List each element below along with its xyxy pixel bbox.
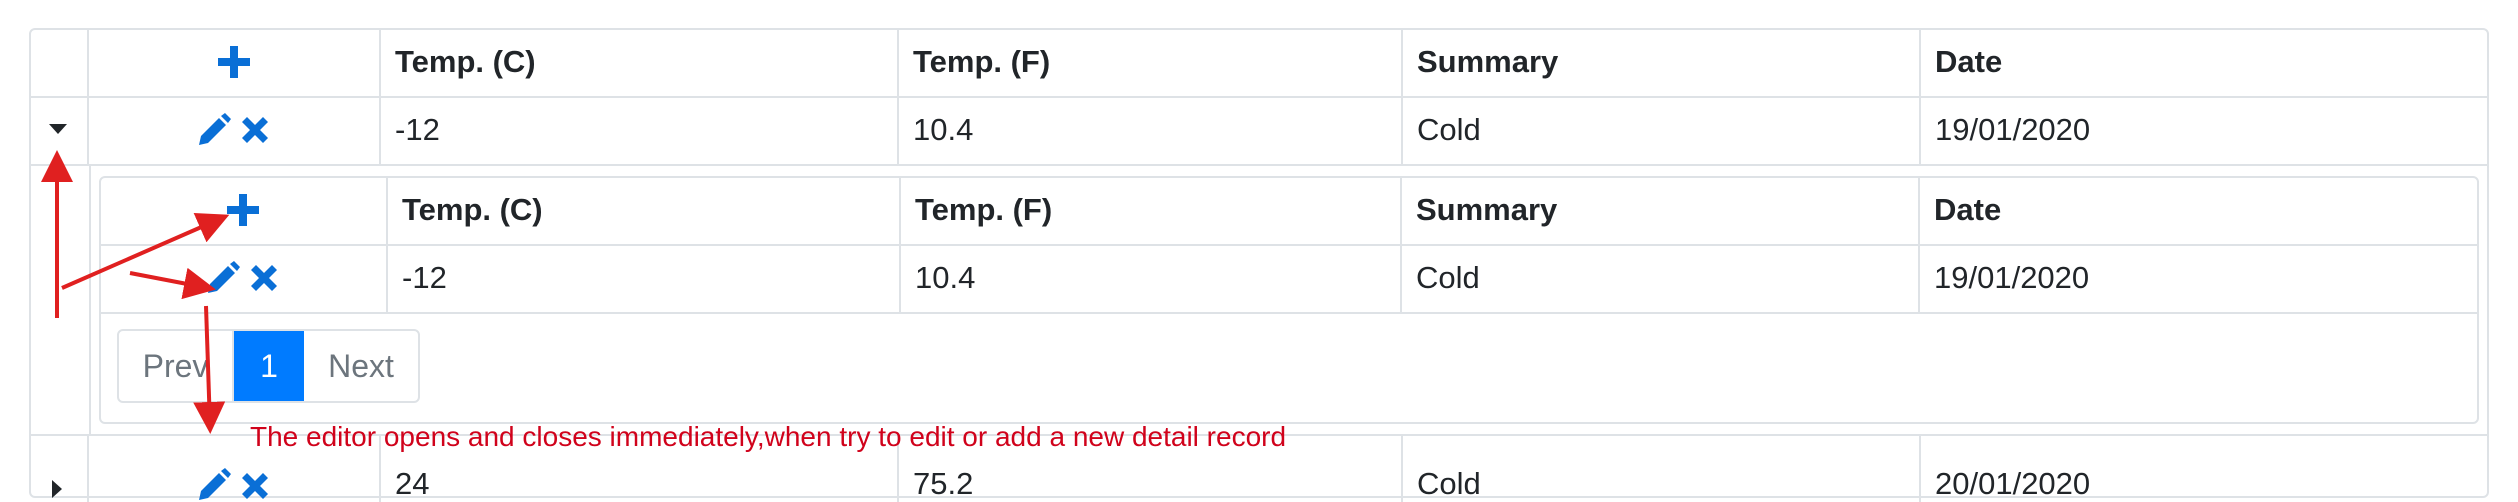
close-icon [242,473,268,499]
caret-right-icon [52,480,62,498]
annotation-arrow [129,267,216,300]
annotation-arrow [193,305,226,434]
annotation-arrow [61,212,230,290]
annotation-arrows [41,150,230,434]
pencil-icon [199,468,231,500]
edit-button[interactable] [197,468,231,502]
delete-button[interactable] [239,470,271,502]
